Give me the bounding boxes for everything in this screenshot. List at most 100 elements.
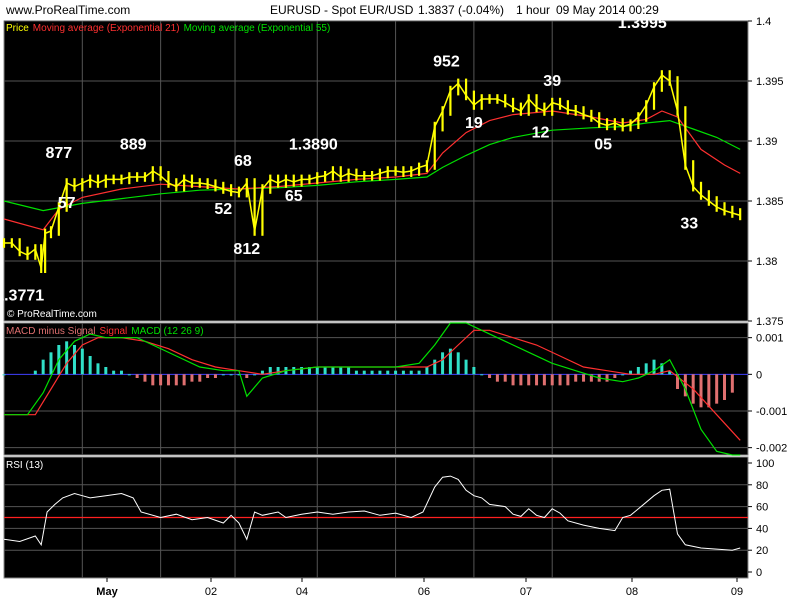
watermark: © ProRealTime.com: [7, 309, 97, 320]
rsi-panel: RSI (13) 100 80 60 40 20 0: [3, 456, 774, 579]
price-annotation: 1.3995: [618, 15, 667, 32]
macd-histogram-bar: [370, 370, 374, 375]
price-annotation: 952: [433, 54, 460, 71]
macd-histogram-bar: [80, 348, 84, 375]
y-tick-label: 100: [756, 458, 774, 470]
macd-histogram-bar: [323, 367, 327, 375]
macd-histogram-bar: [253, 374, 257, 376]
macd-histogram-bar: [88, 356, 92, 375]
macd-histogram-bar: [347, 367, 351, 375]
price-annotation: 1.3890: [289, 136, 338, 153]
macd-histogram-bar: [339, 367, 343, 375]
y-tick-label: 1.4: [756, 16, 771, 28]
price-annotation: 889: [120, 136, 147, 153]
macd-histogram-bar: [519, 374, 523, 386]
price-annotation: 19: [465, 115, 483, 132]
legend-entry: Moving average (Exponential 21): [33, 23, 180, 34]
x-tick-label: 09: [731, 586, 743, 598]
price-annotation: 39: [543, 73, 561, 90]
macd-histogram-bar: [65, 341, 69, 375]
macd-histogram-bar: [354, 370, 358, 375]
legend-entry: MACD (12 26 9): [131, 326, 203, 337]
macd-histogram-bar: [41, 359, 45, 375]
legend-entry: Signal: [99, 326, 127, 337]
price-annotation: 877: [45, 145, 72, 162]
macd-histogram-bar: [542, 374, 546, 386]
macd-histogram-bar: [441, 352, 445, 375]
macd-histogram-bar: [159, 374, 163, 386]
header-timeframe: 1 hour: [516, 3, 550, 17]
macd-histogram-bar: [245, 374, 249, 378]
x-tick-label: 08: [626, 586, 638, 598]
x-tick-label: 06: [418, 586, 430, 598]
y-tick-label: 1.385: [756, 196, 784, 208]
macd-histogram-bar: [166, 374, 170, 386]
macd-y-axis: 0.001 0 -0.001 -0.002: [748, 333, 787, 455]
price-legend: Price Moving average (Exponential 21) Movi…: [6, 23, 330, 34]
y-tick-label: 40: [756, 523, 768, 535]
x-tick-label: 07: [520, 586, 532, 598]
y-tick-label: 60: [756, 502, 768, 514]
macd-histogram-bar: [104, 367, 108, 375]
price-annotation: 12: [532, 124, 550, 141]
macd-histogram-bar: [707, 374, 711, 408]
price-annotation: 1.3771: [0, 288, 44, 305]
y-tick-label: -0.001: [756, 406, 787, 418]
macd-histogram-bar: [488, 374, 492, 378]
macd-histogram-bar: [652, 359, 656, 375]
y-tick-label: 0: [756, 369, 762, 381]
macd-histogram-bar: [2, 374, 6, 376]
macd-histogram-bar: [213, 374, 217, 378]
price-annotation: 812: [233, 241, 260, 258]
price-annotation: 05: [594, 136, 612, 153]
macd-panel: MACD minus Signal Signal MACD (12 26 9) 0.…: [2, 322, 787, 456]
macd-histogram-bar: [417, 370, 421, 375]
macd-histogram-bar: [127, 374, 131, 376]
macd-histogram-bar: [527, 374, 531, 386]
macd-histogram-bar: [135, 374, 139, 378]
legend-entry: MACD minus Signal: [6, 326, 95, 337]
macd-histogram-bar: [112, 370, 116, 375]
price-panel-background: [3, 20, 749, 322]
macd-histogram-bar: [503, 374, 507, 382]
macd-histogram-bar: [574, 374, 578, 382]
rsi-legend: RSI (13): [6, 460, 43, 471]
price-annotation: 65: [285, 188, 303, 205]
macd-histogram-bar: [464, 359, 468, 375]
y-tick-label: 0.001: [756, 333, 784, 345]
macd-histogram-bar: [480, 374, 484, 376]
y-tick-label: 80: [756, 480, 768, 492]
macd-histogram-bar: [331, 367, 335, 375]
macd-histogram-bar: [730, 374, 734, 393]
macd-histogram-bar: [605, 374, 609, 382]
price-annotation: 57: [58, 195, 76, 212]
macd-histogram-bar: [151, 374, 155, 386]
macd-panel-background: [3, 322, 749, 456]
price-y-axis: 1.4 1.395 1.39 1.385 1.38 1.375: [748, 16, 784, 328]
macd-histogram-bar: [566, 374, 570, 386]
macd-histogram-bar: [394, 370, 398, 375]
macd-histogram-bar: [644, 363, 648, 375]
macd-histogram-bar: [535, 374, 539, 386]
y-tick-label: -0.002: [756, 443, 787, 455]
x-tick-label: May: [96, 586, 118, 598]
macd-histogram-bar: [472, 367, 476, 375]
macd-histogram-bar: [33, 370, 37, 375]
macd-histogram-bar: [292, 367, 296, 375]
y-tick-label: 1.39: [756, 136, 777, 148]
macd-histogram-bar: [425, 367, 429, 375]
macd-histogram-bar: [190, 374, 194, 382]
macd-histogram-bar: [495, 374, 499, 382]
macd-histogram-bar: [182, 374, 186, 386]
macd-histogram-bar: [221, 374, 225, 376]
macd-histogram-bar: [636, 367, 640, 375]
macd-histogram-bar: [143, 374, 147, 382]
macd-histogram-bar: [386, 370, 390, 375]
price-annotation: 33: [680, 216, 698, 233]
macd-histogram-bar: [315, 367, 319, 375]
macd-histogram-bar: [558, 374, 562, 386]
macd-histogram-bar: [378, 370, 382, 375]
x-tick-label: 02: [205, 586, 217, 598]
macd-histogram-bar: [198, 374, 202, 382]
y-tick-label: 0: [756, 567, 762, 579]
